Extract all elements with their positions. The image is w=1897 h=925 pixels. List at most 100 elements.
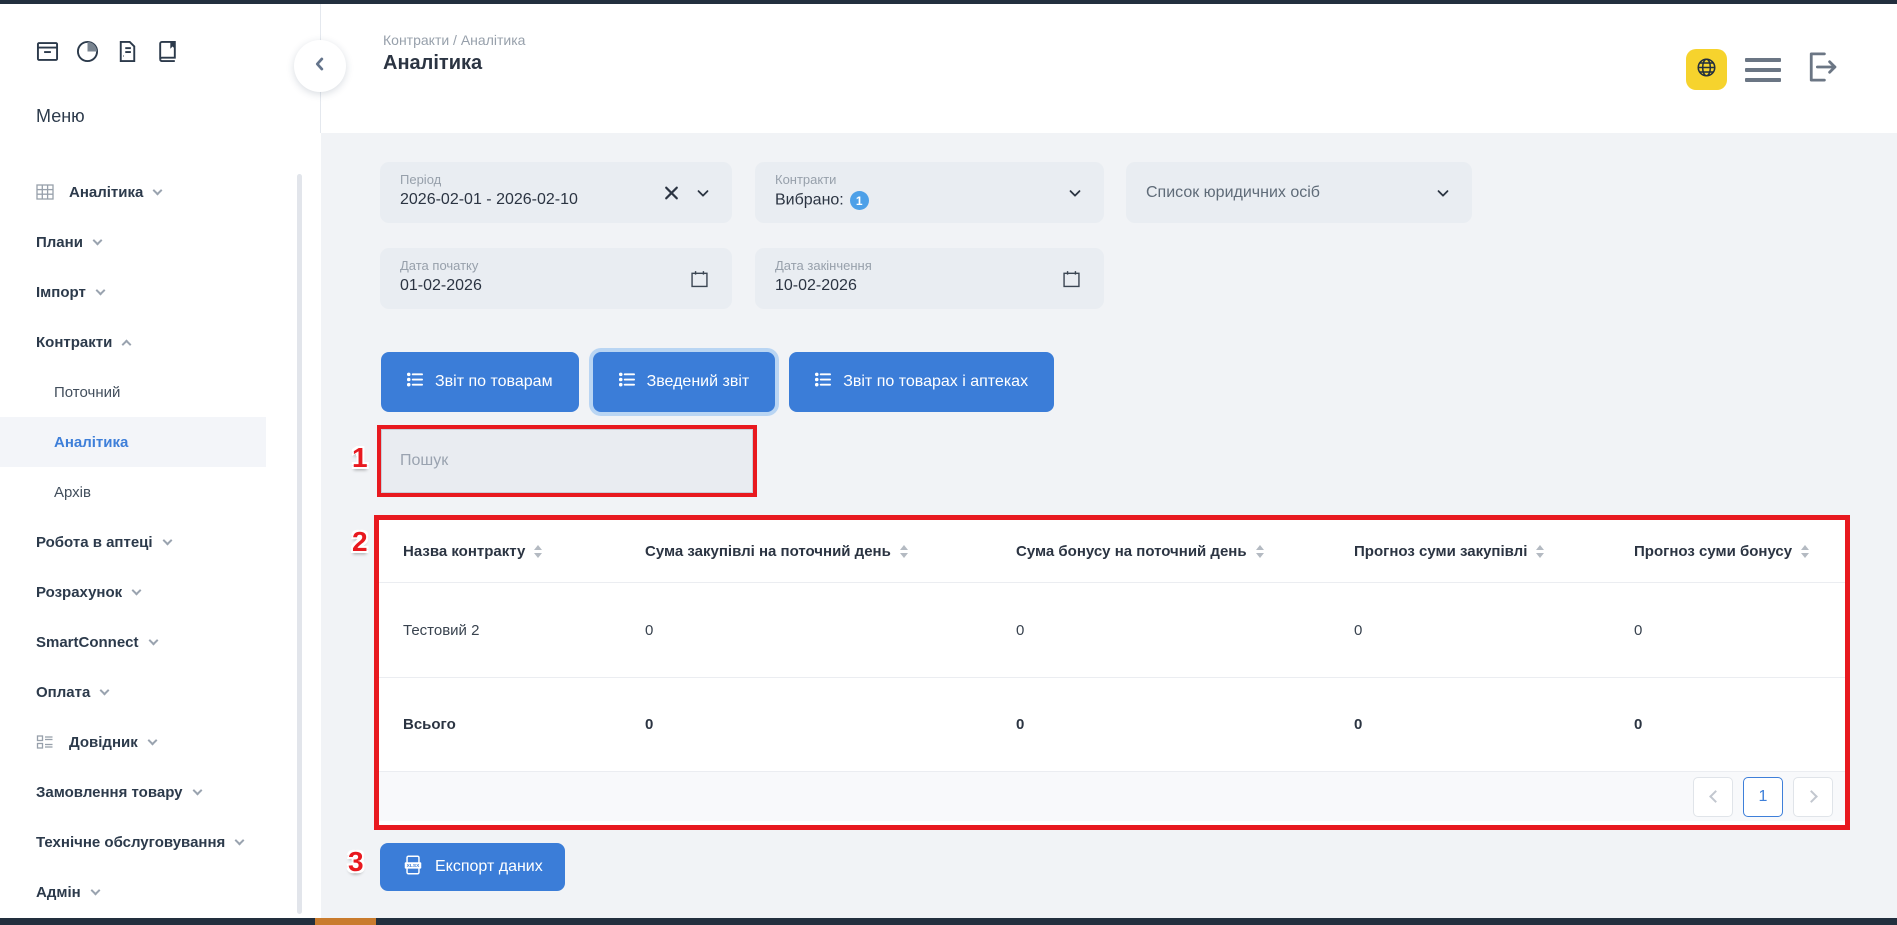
filter-period[interactable]: Період 2026-02-01 - 2026-02-10: [380, 162, 732, 223]
pagination-next-button[interactable]: [1793, 777, 1833, 817]
pagination-page-1[interactable]: 1: [1743, 777, 1783, 817]
table-header-row: Назва контракту Сума закупівлі на поточн…: [379, 520, 1845, 582]
sidebar-menu: Аналітика Плани Імпорт Контракти Поточни…: [0, 167, 266, 917]
sidebar-collapse-button[interactable]: [294, 40, 346, 92]
calendar-icon[interactable]: [689, 268, 710, 289]
filter-label: Дата початку: [400, 258, 712, 273]
sidebar-item-label: Адмін: [36, 884, 81, 901]
filter-date-end[interactable]: Дата закінчення 10-02-2026: [755, 248, 1104, 309]
sidebar-scrollbar[interactable]: [297, 174, 302, 914]
pagination-prev-button[interactable]: [1693, 777, 1733, 817]
sidebar-item-label: Контракти: [36, 334, 112, 351]
chevron-down-icon: [148, 635, 158, 645]
xlsx-file-icon: XLSX: [402, 854, 424, 881]
sidebar-item-smartconnect[interactable]: SmartConnect: [0, 617, 266, 667]
export-data-button[interactable]: XLSX Експорт даних: [380, 843, 565, 891]
cell-contract-name: Тестовий 2: [379, 583, 621, 677]
filter-value: 10-02-2026: [775, 277, 1084, 295]
sidebar-item-pharmacy-work[interactable]: Робота в аптеці: [0, 517, 266, 567]
filter-legal-entities[interactable]: Список юридичних осіб: [1126, 162, 1472, 223]
sidebar-item-label: Поточний: [54, 384, 120, 401]
archive-icon[interactable]: [34, 38, 61, 65]
hamburger-menu-icon[interactable]: [1745, 58, 1781, 82]
chevron-down-icon[interactable]: [1066, 184, 1084, 202]
grid-icon: [36, 183, 54, 201]
logout-icon[interactable]: [1799, 46, 1841, 93]
language-button[interactable]: [1686, 49, 1727, 90]
chevron-down-icon: [235, 835, 245, 845]
column-header-contract-name: Назва контракту: [379, 520, 621, 582]
sidebar-subitem-current[interactable]: Поточний: [0, 367, 266, 417]
sidebar-item-goods-order[interactable]: Замовлення товару: [0, 767, 266, 817]
table-total-row: Всього 0 0 0 0: [379, 677, 1845, 771]
chevron-down-icon: [153, 185, 163, 195]
calendar-icon[interactable]: [1061, 268, 1082, 289]
annotation-number-2: 2: [352, 526, 368, 558]
list-icon: [407, 372, 424, 392]
summary-report-button[interactable]: Зведений звіт: [593, 352, 776, 412]
sidebar-subitem-archive[interactable]: Архів: [0, 467, 266, 517]
search-input[interactable]: [381, 429, 753, 493]
chevron-down-icon: [90, 885, 100, 895]
sidebar-item-contracts[interactable]: Контракти: [0, 317, 266, 367]
filter-date-start[interactable]: Дата початку 01-02-2026: [380, 248, 732, 309]
list-icon: [815, 372, 832, 392]
chevron-down-icon: [192, 785, 202, 795]
sidebar-item-label: Робота в аптеці: [36, 534, 153, 551]
chevron-up-icon: [122, 339, 132, 349]
sort-icon[interactable]: [1801, 545, 1809, 558]
menu-title: Меню: [36, 106, 85, 127]
sidebar-item-label: Оплата: [36, 684, 90, 701]
sidebar-item-payment[interactable]: Оплата: [0, 667, 266, 717]
report-goods-pharmacies-button[interactable]: Звіт по товарах і аптеках: [789, 352, 1054, 412]
column-header-bonus-today: Сума бонусу на поточний день: [992, 520, 1330, 582]
list-icon: [619, 372, 636, 392]
sidebar-item-plans[interactable]: Плани: [0, 217, 266, 267]
sort-icon[interactable]: [1536, 545, 1544, 558]
sidebar-item-analytics[interactable]: Аналітика: [0, 167, 266, 217]
annotation-box-table: Назва контракту Сума закупівлі на поточн…: [374, 515, 1850, 830]
sort-icon[interactable]: [900, 545, 908, 558]
clear-icon[interactable]: [663, 184, 680, 201]
table-footer: 1: [379, 771, 1845, 821]
filter-value: Вибрано:1: [775, 191, 1084, 210]
sidebar-item-label: Замовлення товару: [36, 784, 183, 801]
sidebar-item-maintenance[interactable]: Технічне обслуговування: [0, 817, 266, 867]
sidebar-subitem-analytics-active[interactable]: Аналітика: [0, 417, 266, 467]
book-icon[interactable]: [154, 38, 181, 65]
cell-total-label: Всього: [379, 678, 621, 771]
cell-bonus-today: 0: [992, 583, 1330, 677]
sidebar-item-directory[interactable]: Довідник: [0, 717, 266, 767]
chevron-down-icon: [92, 235, 102, 245]
filter-label: Контракти: [775, 172, 1084, 187]
sidebar-item-label: Імпорт: [36, 284, 86, 301]
column-header-purchase-today: Сума закупівлі на поточний день: [621, 520, 992, 582]
cell-total-purchase-forecast: 0: [1330, 678, 1610, 771]
sidebar-item-import[interactable]: Імпорт: [0, 267, 266, 317]
document-icon[interactable]: [114, 38, 141, 65]
report-by-goods-button[interactable]: Звіт по товарам: [381, 352, 579, 412]
sidebar-item-label: Технічне обслуговування: [36, 834, 225, 851]
bottom-bar-orange-segment: [315, 918, 376, 925]
sort-icon[interactable]: [1256, 545, 1264, 558]
sort-icon[interactable]: [534, 545, 542, 558]
sidebar-quick-icons: [34, 38, 181, 65]
chevron-down-icon: [147, 735, 157, 745]
app-window: Меню Аналітика Плани Імпорт Контракти По…: [0, 0, 1897, 925]
sidebar-item-calculation[interactable]: Розрахунок: [0, 567, 266, 617]
chevron-down-icon[interactable]: [694, 184, 712, 202]
page-title: Аналітика: [383, 52, 482, 75]
chevron-down-icon: [95, 285, 105, 295]
table-row[interactable]: Тестовий 2 0 0 0 0: [379, 582, 1845, 677]
svg-text:XLSX: XLSX: [407, 863, 420, 869]
report-buttons: Звіт по товарам Зведений звіт Звіт по то…: [381, 352, 1054, 412]
filter-contracts[interactable]: Контракти Вибрано:1: [755, 162, 1104, 223]
header-actions: [1686, 46, 1841, 93]
sidebar-item-label: SmartConnect: [36, 634, 139, 651]
breadcrumb[interactable]: Контракти / Аналітика: [383, 32, 525, 48]
chevron-down-icon[interactable]: [1434, 184, 1452, 202]
selected-count-badge: 1: [850, 191, 869, 210]
globe-icon: [1695, 56, 1718, 84]
pie-chart-icon[interactable]: [74, 38, 101, 65]
sidebar-item-admin[interactable]: Адмін: [0, 867, 266, 917]
